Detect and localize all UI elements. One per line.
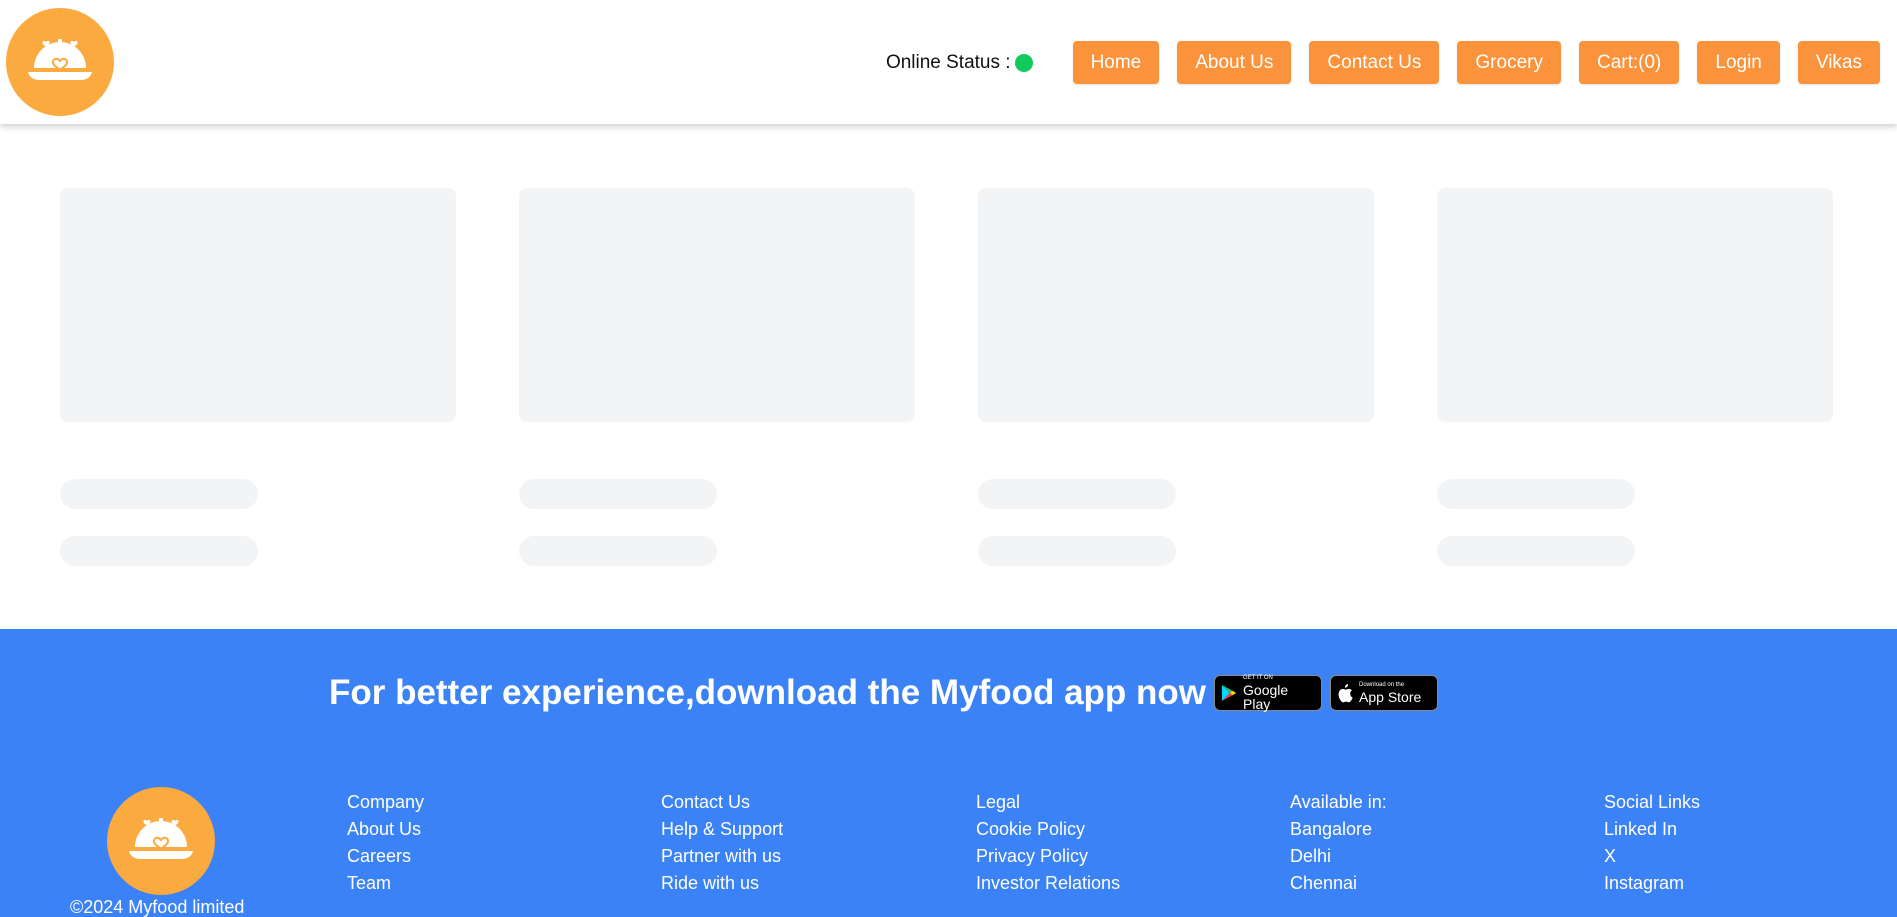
shimmer-text-line: [60, 536, 258, 566]
online-status: Online Status :: [886, 52, 1033, 74]
food-cloche-icon: [28, 39, 92, 80]
copyright: ©2024 Myfood limited: [70, 897, 245, 917]
footer-link-partner[interactable]: Partner with us: [661, 843, 783, 870]
google-play-badge[interactable]: GET IT ON Google Play: [1214, 675, 1323, 712]
footer-column-legal: Legal Cookie Policy Privacy Policy Inves…: [976, 789, 1120, 897]
footer-link-team[interactable]: Team: [347, 870, 424, 897]
nav-login-button[interactable]: Login: [1697, 41, 1780, 84]
footer-link-chennai[interactable]: Chennai: [1290, 870, 1387, 897]
logo[interactable]: [6, 8, 114, 116]
footer-link-help-support[interactable]: Help & Support: [661, 816, 783, 843]
app-promo-text: For better experience,download the Myfoo…: [328, 673, 1207, 712]
footer-link-bangalore[interactable]: Bangalore: [1290, 816, 1387, 843]
online-status-label: Online Status :: [885, 51, 1011, 73]
footer-column-heading: Legal: [976, 792, 1021, 812]
footer-link-cookie-policy[interactable]: Cookie Policy: [976, 816, 1120, 843]
nav-grocery-button[interactable]: Grocery: [1457, 41, 1561, 84]
footer-link-careers[interactable]: Careers: [347, 843, 424, 870]
header: Online Status : Home About Us Contact Us…: [0, 0, 1897, 124]
shimmer-text-line: [978, 536, 1176, 566]
footer-column-social: Social Links Linked In X Instagram: [1604, 789, 1700, 897]
footer: For better experience,download the Myfoo…: [0, 629, 1897, 917]
shimmer-text-line: [1437, 479, 1635, 509]
footer-column-heading: Available in:: [1290, 792, 1387, 812]
google-play-big-text: Google Play: [1243, 682, 1289, 712]
nav-cart-button[interactable]: Cart:(0): [1578, 41, 1680, 84]
footer-column-heading: Contact Us: [661, 792, 751, 812]
shimmer-text-line: [60, 479, 258, 509]
footer-link-instagram[interactable]: Instagram: [1604, 870, 1700, 897]
footer-link-investor-relations[interactable]: Investor Relations: [976, 870, 1120, 897]
page: Online Status : Home About Us Contact Us…: [0, 0, 1897, 917]
nav-user-button[interactable]: Vikas: [1797, 41, 1880, 84]
footer-link-ride[interactable]: Ride with us: [661, 870, 783, 897]
footer-column-heading: Social Links: [1604, 792, 1701, 812]
shimmer-text-line: [978, 479, 1176, 509]
shimmer-card-image: [60, 188, 456, 422]
google-play-icon: [1221, 684, 1237, 702]
app-promo: For better experience,download the Myfoo…: [0, 673, 1897, 713]
shimmer-card-image: [1437, 188, 1833, 422]
food-cloche-icon: [129, 818, 193, 859]
footer-link-delhi[interactable]: Delhi: [1290, 843, 1387, 870]
shimmer-card-image: [978, 188, 1374, 422]
shimmer-text-line: [1437, 536, 1635, 566]
nav-contact-us-button[interactable]: Contact Us: [1309, 41, 1440, 84]
shimmer-text-line: [519, 536, 717, 566]
footer-link-privacy-policy[interactable]: Privacy Policy: [976, 843, 1120, 870]
online-status-dot: [1014, 53, 1033, 72]
footer-column-company: Company About Us Careers Team: [347, 789, 424, 897]
app-store-small-text: Download on the: [1359, 682, 1405, 688]
footer-column-cities: Available in: Bangalore Delhi Chennai: [1290, 789, 1387, 897]
app-store-badge[interactable]: Download on the App Store: [1330, 675, 1439, 711]
footer-logo[interactable]: [107, 787, 215, 895]
footer-link-linkedin[interactable]: Linked In: [1604, 816, 1700, 843]
nav-home-button[interactable]: Home: [1072, 41, 1160, 84]
footer-link-x[interactable]: X: [1604, 843, 1700, 870]
footer-column-contact: Contact Us Help & Support Partner with u…: [661, 789, 783, 897]
nav-about-us-button[interactable]: About Us: [1177, 41, 1292, 84]
nav-bar: Online Status : Home About Us Contact Us…: [886, 41, 1880, 84]
footer-column-heading: Company: [347, 792, 425, 812]
shimmer-text-line: [519, 479, 717, 509]
footer-link-about-us[interactable]: About Us: [347, 816, 424, 843]
apple-icon: [1338, 684, 1353, 703]
google-play-small-text: GET IT ON: [1243, 675, 1273, 681]
shimmer-card-image: [519, 188, 915, 422]
app-store-big-text: App Store: [1359, 689, 1422, 705]
